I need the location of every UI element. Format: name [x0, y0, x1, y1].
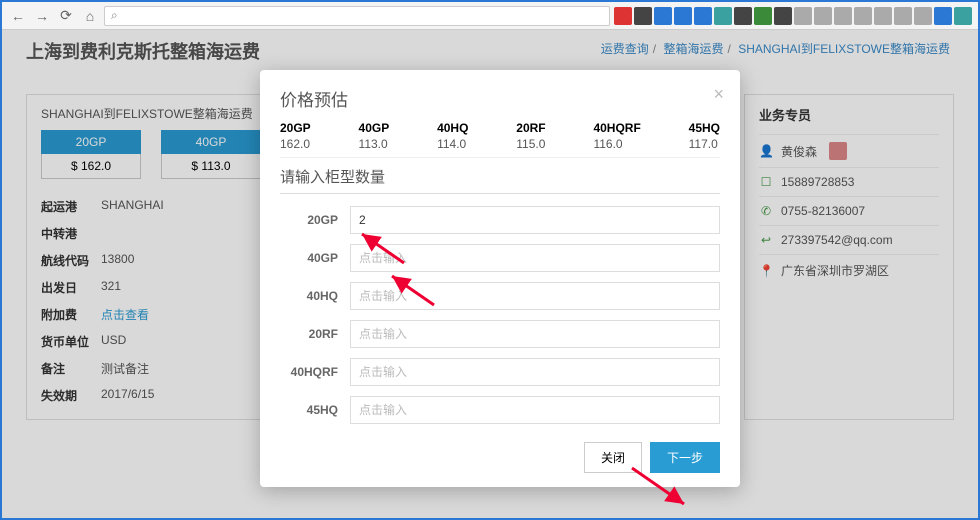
- ext-icon[interactable]: [934, 7, 952, 25]
- page: 上海到费利克斯托整箱海运费 运费查询/ 整箱海运费/ SHANGHAI到FELI…: [2, 30, 978, 518]
- forward-button[interactable]: →: [32, 6, 52, 26]
- ext-icon[interactable]: [754, 7, 772, 25]
- qty-input-40hq[interactable]: [350, 282, 720, 310]
- col-v: 162.0: [280, 137, 311, 151]
- ext-icon[interactable]: [914, 7, 932, 25]
- ext-icon[interactable]: [794, 7, 812, 25]
- close-icon[interactable]: ×: [713, 84, 724, 105]
- url-bar[interactable]: ⌕: [104, 6, 610, 26]
- modal-title: 价格预估: [280, 86, 720, 111]
- ext-icon[interactable]: [674, 7, 692, 25]
- col-v: 115.0: [516, 137, 545, 151]
- field-label: 40GP: [280, 251, 350, 265]
- close-button[interactable]: 关闭: [584, 442, 642, 473]
- ext-icon[interactable]: [614, 7, 632, 25]
- form-title: 请输入柜型数量: [280, 166, 720, 194]
- field-label: 20GP: [280, 213, 350, 227]
- ext-icon[interactable]: [854, 7, 872, 25]
- col-v: 113.0: [359, 137, 390, 151]
- qty-input-20rf[interactable]: [350, 320, 720, 348]
- price-estimate-modal: 价格预估 × 20GP 162.0 40GP 113.0 40HQ 114.0 20R…: [260, 70, 740, 487]
- ext-icon[interactable]: [814, 7, 832, 25]
- ext-icon[interactable]: [694, 7, 712, 25]
- qty-input-40gp[interactable]: [350, 244, 720, 272]
- next-button[interactable]: 下一步: [650, 442, 720, 473]
- field-label: 20RF: [280, 327, 350, 341]
- search-icon: ⌕: [111, 8, 118, 23]
- ext-icon[interactable]: [734, 7, 752, 25]
- field-label: 40HQRF: [280, 365, 350, 379]
- col-h: 40GP: [359, 121, 390, 135]
- ext-icon[interactable]: [774, 7, 792, 25]
- col-v: 114.0: [437, 137, 468, 151]
- col-v: 116.0: [593, 137, 640, 151]
- price-summary: 20GP162.0 40GP113.0 40HQ114.0 20RF115.0 …: [280, 121, 720, 158]
- qty-input-45hq[interactable]: [350, 396, 720, 424]
- qty-input-20gp[interactable]: [350, 206, 720, 234]
- browser-toolbar: ← → ⟳ ⌂ ⌕: [2, 2, 978, 30]
- back-button[interactable]: ←: [8, 6, 28, 26]
- ext-icon[interactable]: [894, 7, 912, 25]
- col-h: 20RF: [516, 121, 545, 135]
- ext-icon[interactable]: [874, 7, 892, 25]
- col-v: 117.0: [689, 137, 720, 151]
- field-label: 45HQ: [280, 403, 350, 417]
- field-label: 40HQ: [280, 289, 350, 303]
- ext-icon[interactable]: [954, 7, 972, 25]
- ext-icon[interactable]: [834, 7, 852, 25]
- qty-input-40hqrf[interactable]: [350, 358, 720, 386]
- col-h: 20GP: [280, 121, 311, 135]
- ext-icon[interactable]: [654, 7, 672, 25]
- ext-icon[interactable]: [714, 7, 732, 25]
- col-h: 40HQRF: [593, 121, 640, 135]
- home-button[interactable]: ⌂: [80, 6, 100, 26]
- col-h: 40HQ: [437, 121, 468, 135]
- extension-icons: [614, 7, 972, 25]
- reload-button[interactable]: ⟳: [56, 6, 76, 26]
- col-h: 45HQ: [689, 121, 720, 135]
- ext-icon[interactable]: [634, 7, 652, 25]
